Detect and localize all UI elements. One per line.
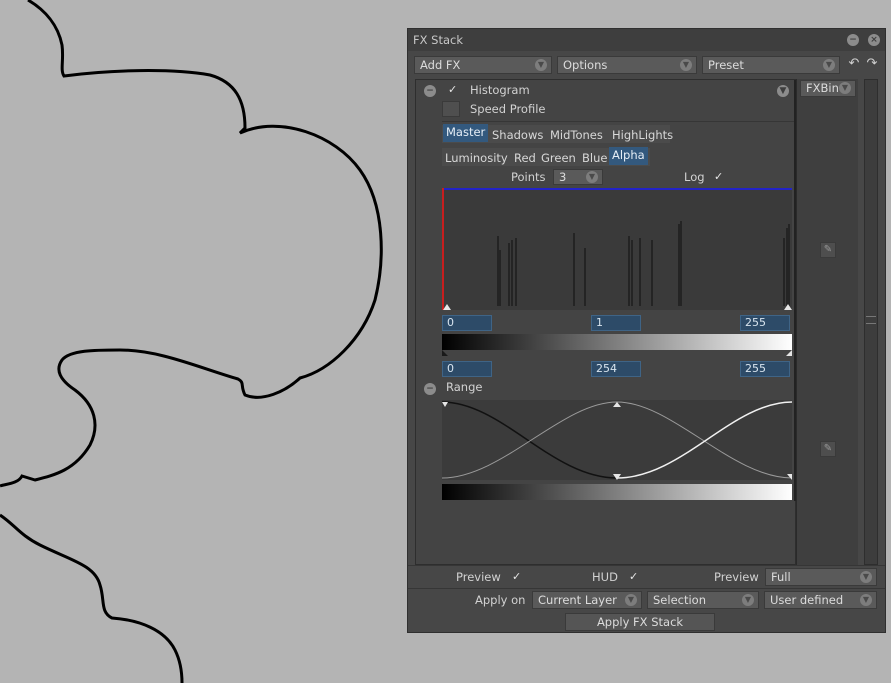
preview-label: Preview	[456, 570, 501, 584]
fx-list-panel: − ✓ Histogram ▼ Speed Profile Master Sha…	[415, 79, 797, 565]
histogram-title: Histogram	[470, 83, 530, 97]
output-black-field[interactable]: 0	[442, 361, 492, 377]
preview-mode-label: Preview	[714, 570, 759, 584]
tab-red[interactable]: Red	[511, 150, 539, 168]
add-fx-dropdown[interactable]: Add FX ▼	[414, 56, 552, 74]
divider	[408, 588, 885, 589]
window-titlebar[interactable]: FX Stack − ×	[408, 29, 885, 51]
minus-circle-icon[interactable]: −	[424, 85, 436, 97]
output-white-field[interactable]: 255	[740, 361, 790, 377]
hud-label: HUD	[592, 570, 618, 584]
close-icon[interactable]: ×	[868, 34, 880, 46]
range-title: Range	[446, 380, 483, 394]
divider	[442, 121, 797, 122]
tab-blue[interactable]: Blue	[579, 150, 610, 168]
apply-selection-dropdown[interactable]: Selection ▼	[647, 591, 759, 609]
scroll-grip-icon[interactable]	[866, 316, 876, 324]
apply-mode-value: User defined	[770, 593, 844, 607]
chevron-down-icon: ▼	[680, 59, 692, 71]
chevron-down-icon: ▼	[839, 82, 851, 94]
chevron-down-icon: ▼	[535, 59, 547, 71]
input-white-field[interactable]: 255	[740, 315, 790, 331]
divider	[408, 565, 885, 566]
preview-check[interactable]: ✓	[512, 570, 521, 583]
points-value: 3	[559, 170, 567, 184]
chevron-down-icon: ▼	[625, 594, 637, 606]
preview-mode-dropdown[interactable]: Full ▼	[765, 568, 877, 586]
apply-fx-stack-button[interactable]: Apply FX Stack	[565, 613, 715, 631]
preset-dropdown[interactable]: Preset ▼	[702, 56, 840, 74]
hud-check[interactable]: ✓	[629, 570, 638, 583]
preset-label: Preset	[708, 58, 744, 72]
minus-circle-icon[interactable]: −	[847, 34, 859, 46]
redo-icon[interactable]: ↷	[864, 56, 880, 74]
output-gamma-field[interactable]: 254	[591, 361, 641, 377]
range-curve-graph[interactable]	[442, 400, 792, 480]
tab-shadows[interactable]: Shadows	[489, 127, 546, 145]
speed-profile-label: Speed Profile	[470, 102, 546, 116]
apply-target-value: Current Layer	[538, 593, 617, 607]
window-title: FX Stack	[413, 33, 463, 47]
wrench-icon[interactable]: ✎	[820, 441, 836, 457]
wrench-icon[interactable]: ✎	[820, 242, 836, 258]
range-gradient-bar	[442, 484, 792, 500]
preview-mode-value: Full	[771, 570, 791, 584]
log-label: Log	[684, 170, 705, 184]
input-gamma-field[interactable]: 1	[591, 315, 641, 331]
tab-midtones[interactable]: MidTones	[547, 127, 606, 145]
tab-master[interactable]: Master	[443, 124, 489, 142]
chevron-down-icon: ▼	[860, 571, 872, 583]
undo-icon[interactable]: ↶	[846, 56, 862, 74]
chevron-down-icon: ▼	[586, 171, 598, 183]
vertical-scrollbar[interactable]	[864, 79, 878, 565]
chevron-down-icon[interactable]: ▼	[777, 85, 789, 97]
tab-alpha[interactable]: Alpha	[609, 147, 648, 165]
output-black-handle	[442, 350, 448, 356]
options-dropdown[interactable]: Options ▼	[557, 56, 697, 74]
tab-highlights[interactable]: HighLights	[609, 127, 676, 145]
output-white-handle	[786, 350, 792, 356]
histogram-enabled-check[interactable]: ✓	[448, 83, 457, 96]
apply-mode-dropdown[interactable]: User defined ▼	[764, 591, 877, 609]
apply-selection-value: Selection	[653, 593, 706, 607]
apply-on-label: Apply on	[475, 593, 526, 607]
minus-circle-icon[interactable]: −	[424, 383, 436, 395]
chevron-down-icon: ▼	[823, 59, 835, 71]
points-dropdown[interactable]: 3 ▼	[553, 169, 603, 185]
speed-profile-checkbox[interactable]	[442, 101, 460, 117]
chevron-down-icon: ▼	[860, 594, 872, 606]
add-fx-label: Add FX	[420, 58, 461, 72]
histogram-graph[interactable]	[442, 188, 792, 310]
tab-luminosity[interactable]: Luminosity	[442, 150, 511, 168]
output-gradient-slider[interactable]	[442, 334, 792, 356]
fxbin-column: FXBin ▼ ✎ ✎	[796, 79, 858, 565]
chevron-down-icon: ▼	[742, 594, 754, 606]
options-label: Options	[563, 58, 608, 72]
apply-target-dropdown[interactable]: Current Layer ▼	[532, 591, 642, 609]
log-check[interactable]: ✓	[714, 170, 723, 183]
tab-green[interactable]: Green	[538, 150, 579, 168]
fx-stack-window: FX Stack − × Add FX ▼ Options ▼ Preset ▼…	[407, 28, 886, 633]
input-black-field[interactable]: 0	[442, 315, 492, 331]
points-label: Points	[511, 170, 546, 184]
fxbin-dropdown[interactable]: FXBin ▼	[800, 80, 856, 97]
fxbin-label: FXBin	[806, 81, 839, 95]
